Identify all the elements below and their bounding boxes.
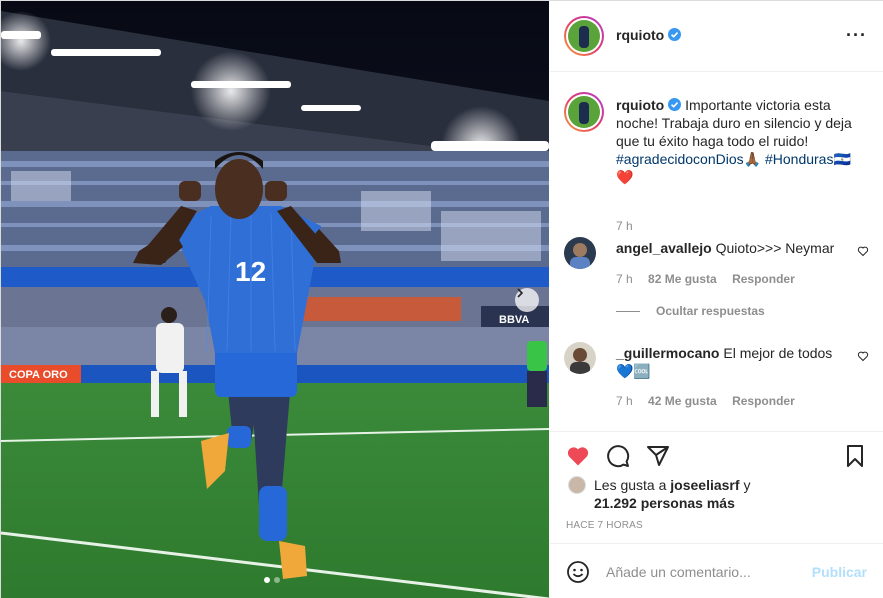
more-options-icon[interactable]: ··· — [846, 26, 867, 44]
caption-text: rquioto Importante victoria esta noche! … — [616, 96, 866, 186]
comment-likes[interactable]: 82 Me gusta — [648, 272, 717, 286]
comment-emoji: 💙🆒 — [616, 363, 651, 379]
copa-oro-board: COPA ORO — [9, 369, 68, 381]
post-timestamp[interactable]: HACE 7 HORAS — [566, 520, 643, 531]
instagram-post: BBVA COPA ORO 12 rquioto ··· rquioto Imp… — [0, 0, 883, 598]
carousel-indicator — [264, 577, 280, 583]
verified-icon — [668, 28, 682, 41]
emoji-icon[interactable] — [566, 560, 590, 584]
bbva-sign: BBVA — [499, 314, 529, 326]
heart-icon[interactable] — [566, 444, 590, 468]
share-icon[interactable] — [646, 444, 670, 468]
comment-time[interactable]: 7 h — [616, 394, 633, 408]
liker-avatar[interactable] — [568, 476, 586, 494]
caption-avatar[interactable] — [564, 92, 604, 132]
verified-icon — [668, 98, 682, 111]
comment-input[interactable] — [606, 561, 806, 583]
comment-meta: 7 h 42 Me gusta Responder — [616, 394, 807, 408]
action-bar — [550, 431, 883, 473]
carousel-dot — [274, 577, 280, 583]
caption-heart-emoji: ❤️ — [616, 169, 634, 185]
comment-icon[interactable] — [606, 444, 630, 468]
bookmark-icon[interactable] — [843, 444, 867, 468]
hashtag-agradecidocondios[interactable]: #agradecidoconDios🙏🏾 — [616, 151, 761, 167]
comment-meta: 7 h 82 Me gusta Responder — [616, 272, 807, 286]
chevron-right-icon — [517, 288, 524, 298]
commenter-avatar[interactable] — [564, 237, 596, 269]
likes-count[interactable]: 21.292 personas más — [594, 495, 735, 511]
post-header: rquioto ··· — [550, 1, 883, 72]
comment-body: _guillermocano El mejor de todos 💙🆒 — [616, 344, 846, 380]
likes-prefix: Les gusta a — [594, 477, 667, 493]
comment-composer: Publicar — [550, 543, 883, 598]
comment-likes[interactable]: 42 Me gusta — [648, 394, 717, 408]
publish-button[interactable]: Publicar — [812, 564, 867, 580]
heart-icon[interactable] — [857, 350, 869, 362]
photo-illustration: BBVA COPA ORO 12 — [1, 1, 549, 598]
comment-text: El mejor de todos — [723, 345, 833, 361]
comment-text: Quioto>>> Neymar — [715, 240, 835, 256]
commenter-avatar[interactable] — [564, 342, 596, 374]
post-photo[interactable]: BBVA COPA ORO 12 — [1, 1, 549, 598]
jersey-number: 12 — [235, 256, 266, 287]
reply-button[interactable]: Responder — [732, 394, 795, 408]
likes-joiner: y — [743, 477, 751, 493]
caption-timestamp[interactable]: 7 h — [616, 219, 633, 233]
caption-username[interactable]: rquioto — [616, 97, 682, 113]
reply-button[interactable]: Responder — [732, 272, 795, 286]
next-photo-button[interactable] — [515, 288, 539, 312]
hashtag-honduras[interactable]: #Honduras🇸🇻 — [765, 151, 851, 167]
liker-username[interactable]: joseeliasrf — [670, 477, 739, 493]
carousel-dot-active — [264, 577, 270, 583]
comment-body: angel_avallejo Quioto>>> Neymar — [616, 239, 846, 257]
comment-time[interactable]: 7 h — [616, 272, 633, 286]
commenter-username[interactable]: angel_avallejo — [616, 240, 712, 256]
replies-divider — [616, 311, 640, 312]
comments-section: rquioto Importante victoria esta noche! … — [550, 73, 883, 430]
heart-icon[interactable] — [857, 245, 869, 257]
commenter-username[interactable]: _guillermocano — [616, 345, 719, 361]
author-avatar[interactable] — [564, 16, 604, 56]
author-username[interactable]: rquioto — [616, 27, 682, 43]
hide-replies-button[interactable]: Ocultar respuestas — [656, 304, 765, 318]
post-sidebar: rquioto ··· rquioto Importante victoria … — [550, 1, 883, 598]
